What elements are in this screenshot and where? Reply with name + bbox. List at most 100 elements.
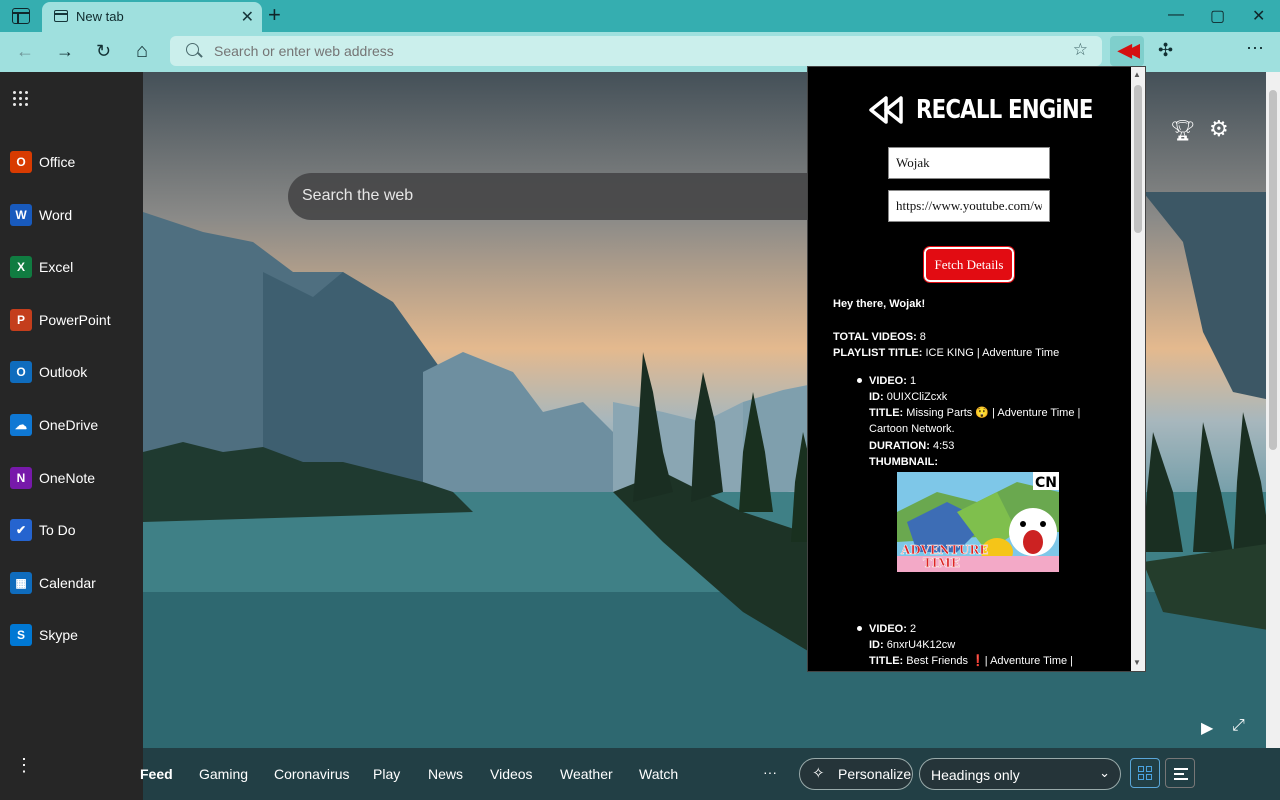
page-scrollbar-thumb[interactable]	[1269, 90, 1277, 450]
address-input[interactable]	[214, 42, 1034, 60]
page-settings-gear-icon[interactable]: ⚙	[1209, 116, 1229, 142]
tab-new-tab[interactable]: New tab ✕	[42, 2, 262, 32]
fetch-details-button[interactable]: Fetch Details	[923, 246, 1015, 283]
video-1-duration: DURATION: 4:53	[869, 440, 955, 452]
back-button[interactable]: ←	[16, 40, 34, 62]
adventure-time-thumbnail-image: ADVENTURE TIME CN	[897, 472, 1059, 572]
video-1-thumbnail[interactable]: ADVENTURE TIME CN	[897, 472, 1059, 572]
feed-tab-gaming[interactable]: Gaming	[199, 766, 248, 782]
video-2-number: VIDEO: 2	[869, 623, 917, 635]
video-1-thumbnail-label: THUMBNAIL:	[869, 456, 939, 468]
greeting-text: Hey there, Wojak!	[833, 298, 926, 310]
cartoon-network-badge: CN	[1035, 475, 1057, 491]
web-search-box[interactable]: Search the web	[288, 173, 828, 220]
video-2-id: ID: 6nxrU4K12cw	[869, 639, 956, 651]
list-bullet	[857, 378, 862, 383]
rewards-trophy-icon[interactable]: 🏆︎	[1170, 118, 1195, 143]
powerpoint-icon: P	[10, 308, 32, 331]
thumbnail-logo-line-1: ADVENTURE	[900, 543, 988, 557]
calendar-icon: ▦	[10, 571, 32, 594]
sidebar-app-outlook[interactable]: O Outlook	[10, 358, 135, 388]
office-icon: O	[10, 151, 32, 173]
sidebar-app-label: Skype	[39, 627, 78, 644]
sidebar-app-powerpoint[interactable]: P PowerPoint	[10, 306, 135, 336]
video-1-title: TITLE: Missing Parts 😲 | Adventure Time …	[869, 407, 1081, 419]
feed-navigation-bar: Feed Gaming Coronavirus Play News Videos Weath…	[140, 748, 1280, 800]
outlook-icon: O	[10, 361, 32, 384]
sidebar-app-calendar[interactable]: ▦ Calendar	[10, 569, 135, 599]
home-button[interactable]: ⌂	[136, 40, 148, 62]
close-window-button[interactable]: ✕	[1252, 6, 1265, 26]
rewind-logo-icon	[869, 96, 903, 124]
recall-engine-popup: RECALL ENGiNE Fetch Details Hey there, W…	[807, 66, 1146, 672]
total-videos-line: TOTAL VIDEOS: 8	[833, 331, 926, 343]
sidebar-app-label: Excel	[39, 259, 74, 276]
sidebar-app-label: Calendar	[39, 574, 96, 591]
list-layout-button[interactable]	[1165, 758, 1195, 788]
list-bullet	[857, 626, 862, 631]
address-bar[interactable]: ☆	[170, 36, 1102, 66]
excel-icon: X	[10, 256, 32, 279]
sidebar-app-word[interactable]: W Word	[10, 201, 135, 231]
refresh-button[interactable]: ↻	[96, 40, 111, 62]
app-launcher-grid-icon[interactable]	[13, 91, 29, 107]
tab-actions-icon[interactable]	[12, 8, 30, 24]
feed-tab-videos[interactable]: Videos	[490, 766, 533, 782]
content-visibility-select[interactable]: Headings only ⌄	[919, 758, 1121, 790]
new-tab-favicon-icon	[54, 10, 68, 22]
onedrive-icon: ☁	[10, 414, 32, 436]
feed-tab-watch[interactable]: Watch	[639, 766, 678, 782]
scroll-down-icon[interactable]: ▼	[1133, 658, 1141, 667]
feed-tab-coronavirus[interactable]: Coronavirus	[274, 766, 349, 782]
maximize-button[interactable]: ▢	[1210, 6, 1225, 26]
sidebar-app-label: OneNote	[39, 469, 96, 486]
sidebar-app-excel[interactable]: X Excel	[10, 253, 135, 283]
feed-more-button[interactable]: ···	[763, 764, 777, 780]
extensions-puzzle-icon[interactable]: ✣	[1158, 40, 1173, 61]
feed-tab-weather[interactable]: Weather	[560, 766, 613, 782]
sidebar-more-icon[interactable]: ⋮	[15, 756, 33, 774]
chevron-down-icon: ⌄	[1099, 765, 1110, 780]
sidebar-app-to-do[interactable]: ✔ To Do	[10, 516, 135, 546]
fullscreen-expand-icon[interactable]: ⤢	[1232, 717, 1245, 735]
tab-title: New tab	[76, 9, 124, 24]
name-input[interactable]	[888, 147, 1050, 179]
video-1-title-cont: Cartoon Network.	[869, 423, 955, 435]
sidebar-app-onedrive[interactable]: ☁ OneDrive	[10, 411, 135, 441]
scroll-up-icon[interactable]: ▲	[1133, 70, 1141, 79]
grid-layout-button[interactable]	[1130, 758, 1160, 788]
personalize-button[interactable]: ✧ Personalize	[799, 758, 913, 790]
personalize-label: Personalize	[838, 766, 912, 782]
play-background-icon[interactable]: ▶	[1201, 718, 1213, 738]
brand-title: RECALL ENGiNE	[916, 95, 1094, 125]
forward-button[interactable]: →	[56, 40, 74, 62]
favorite-star-icon[interactable]: ☆	[1073, 40, 1088, 60]
new-tab-button[interactable]: +	[268, 3, 281, 27]
recall-engine-extension-button[interactable]: ◀◀	[1110, 36, 1144, 66]
word-icon: W	[10, 203, 32, 226]
tab-close-icon[interactable]: ✕	[241, 7, 254, 27]
sidebar-app-label: Outlook	[39, 364, 88, 381]
video-1-number: VIDEO: 1	[869, 375, 917, 387]
page-scrollbar[interactable]	[1266, 72, 1280, 748]
sidebar-app-onenote[interactable]: N OneNote	[10, 464, 135, 494]
content-visibility-value: Headings only	[931, 767, 1020, 783]
minimize-button[interactable]: —	[1168, 6, 1184, 24]
playlist-url-input[interactable]	[888, 190, 1050, 222]
skype-icon: S	[10, 624, 32, 647]
feed-tab-news[interactable]: News	[428, 766, 463, 782]
sidebar-app-label: Office	[39, 154, 76, 170]
title-bar: New tab ✕ + — ▢ ✕	[0, 0, 1280, 32]
scrollbar-thumb[interactable]	[1134, 85, 1142, 233]
search-icon	[186, 43, 199, 56]
feed-tab-play[interactable]: Play	[373, 766, 400, 782]
sidebar-app-label: To Do	[39, 522, 76, 539]
feed-tab-feed[interactable]: Feed	[140, 766, 173, 782]
sidebar-app-skype[interactable]: S Skype	[10, 621, 135, 651]
popup-scrollbar[interactable]: ▲ ▼	[1131, 67, 1145, 671]
sidebar-app-label: PowerPoint	[39, 311, 111, 328]
video-1-id: ID: 0UIXCliZcxk	[869, 391, 948, 403]
settings-more-button[interactable]: ⋯	[1246, 38, 1264, 59]
sidebar-app-office[interactable]: O Office	[10, 148, 135, 178]
web-search-placeholder: Search the web	[302, 187, 414, 204]
